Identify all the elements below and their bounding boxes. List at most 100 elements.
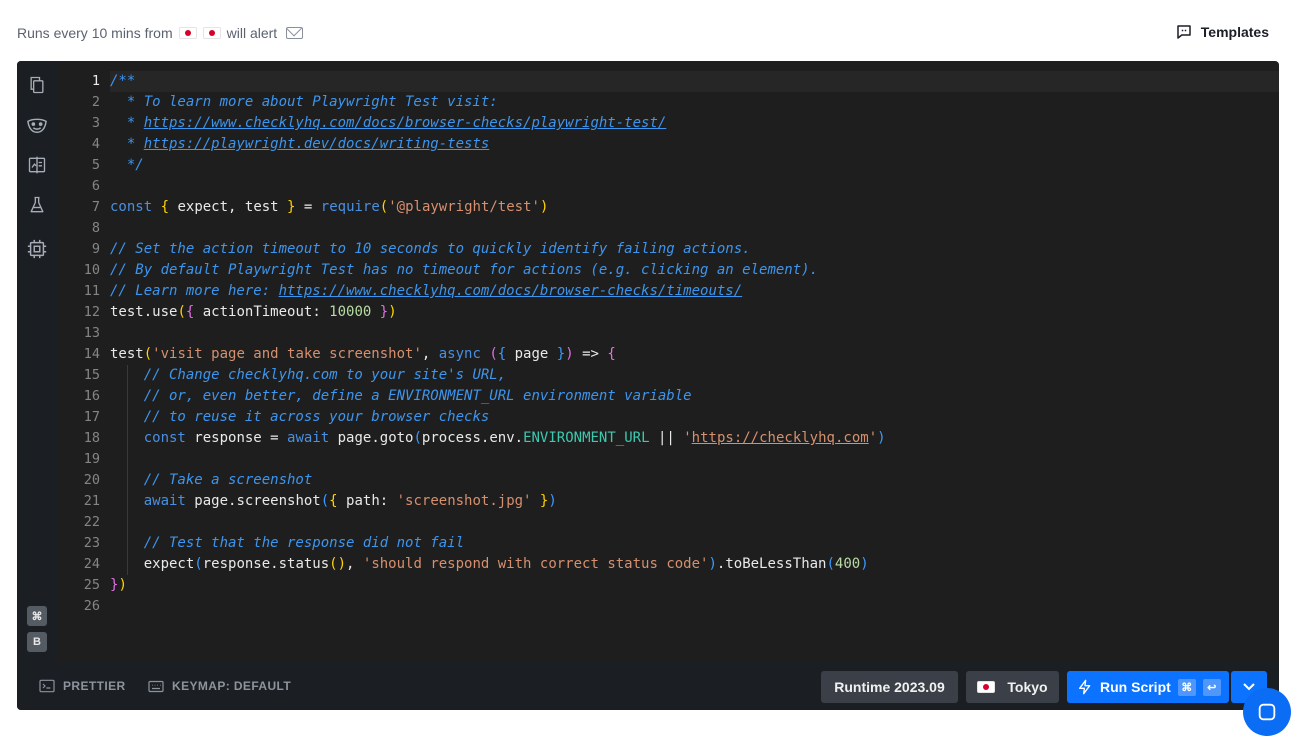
- code-token: ): [548, 493, 557, 509]
- code-token: actionTimeout:: [194, 304, 330, 320]
- code-token: *: [110, 115, 144, 131]
- mail-icon[interactable]: [286, 27, 304, 39]
- flask-icon[interactable]: [25, 193, 49, 217]
- code-token[interactable]: https://www.checklyhq.com/docs/browser-c…: [279, 283, 743, 299]
- code-token: const: [143, 430, 186, 446]
- line-number: 13: [83, 325, 100, 341]
- code-line[interactable]: }): [110, 575, 127, 596]
- code-token: page.screenshot: [185, 493, 321, 509]
- schedule-summary: Runs every 10 mins from will alert: [17, 25, 304, 41]
- line-number: 18: [83, 430, 100, 446]
- code-token: (: [320, 493, 330, 509]
- line-number: 1: [91, 73, 100, 89]
- code-token: // to reuse it across your browser check…: [143, 409, 490, 425]
- code-token: ,: [346, 556, 363, 572]
- location-label: Tokyo: [1007, 679, 1048, 695]
- code-token: .toBeLessThan: [716, 556, 827, 572]
- support-chat-button[interactable]: [1243, 688, 1291, 736]
- code-token: require: [320, 199, 380, 215]
- line-number: 12: [83, 304, 100, 320]
- line-number-gutter: 1 2 3 4 5 6 7 8 9 10 11 12 13 14 15 16 17 18 19 20 21 22 23 24 2…: [57, 61, 109, 662]
- code-token: {: [607, 346, 616, 362]
- line-number: 10: [83, 262, 100, 278]
- code-token[interactable]: https://checklyhq.com: [692, 430, 869, 446]
- code-token[interactable]: https://playwright.dev/docs/writing-test…: [144, 136, 490, 152]
- code-token: (: [194, 556, 203, 572]
- line-number: 9: [91, 241, 100, 257]
- keymap-button[interactable]: KEYMAP: DEFAULT: [148, 679, 291, 693]
- code-line[interactable]: // Test that the response did not fail: [110, 533, 464, 554]
- code-line[interactable]: const response = await page.goto(process…: [110, 428, 886, 449]
- code-token: */: [110, 157, 144, 173]
- code-token: (: [143, 346, 153, 362]
- templates-button[interactable]: Templates: [1175, 23, 1269, 41]
- line-number: 21: [83, 493, 100, 509]
- code-line[interactable]: // By default Playwright Test has no tim…: [110, 260, 818, 281]
- run-script-label: Run Script: [1100, 679, 1171, 695]
- prettier-label: PRETTIER: [63, 679, 126, 693]
- line-number: 26: [83, 598, 100, 614]
- code-area[interactable]: /** * To learn more about Playwright Tes…: [110, 71, 1279, 663]
- code-token: ): [877, 430, 886, 446]
- code-line[interactable]: // or, even better, define a ENVIRONMENT…: [110, 386, 692, 407]
- code-token: ): [388, 304, 397, 320]
- code-token: (: [379, 199, 389, 215]
- enter-key-hint: ↩: [1202, 678, 1221, 696]
- code-token: response =: [185, 430, 288, 446]
- code-editor[interactable]: ⌘ B 1 2 3 4 5 6 7 8 9 10 11 12 13 14 15 16 17 18 19 20 21 22 2…: [17, 61, 1279, 710]
- code-line[interactable]: test('visit page and take screenshot', a…: [110, 344, 616, 365]
- code-line[interactable]: * To learn more about Playwright Test vi…: [110, 92, 498, 113]
- code-token: * To learn more about Playwright Test vi…: [110, 94, 498, 110]
- code-line[interactable]: */: [110, 155, 144, 176]
- code-line[interactable]: await page.screenshot({ path: 'screensho…: [110, 491, 557, 512]
- files-icon[interactable]: [25, 73, 49, 97]
- code-line[interactable]: // Take a screenshot: [110, 470, 313, 491]
- code-line[interactable]: test.use({ actionTimeout: 10000 }): [110, 302, 397, 323]
- line-number: 2: [91, 94, 100, 110]
- code-token: {: [329, 493, 338, 509]
- line-number: 4: [91, 136, 100, 152]
- code-line[interactable]: /**: [110, 71, 135, 92]
- code-token: ': [683, 430, 692, 446]
- code-line[interactable]: expect(response.status(), 'should respon…: [110, 554, 869, 575]
- code-token: ): [118, 577, 127, 593]
- code-token: 400: [834, 556, 861, 572]
- prettier-button[interactable]: PRETTIER: [39, 679, 126, 693]
- japan-flag-icon: [202, 27, 221, 39]
- chip-icon[interactable]: [25, 237, 49, 261]
- compare-icon[interactable]: [25, 153, 49, 177]
- run-script-button[interactable]: Run Script ⌘ ↩: [1067, 671, 1229, 703]
- code-line[interactable]: const { expect, test } = require('@playw…: [110, 197, 548, 218]
- code-token: response.status: [202, 556, 330, 572]
- code-line[interactable]: // Set the action timeout to 10 seconds …: [110, 239, 751, 260]
- code-token: (): [329, 556, 347, 572]
- japan-flag-icon: [178, 27, 197, 39]
- code-token: // Take a screenshot: [143, 472, 313, 488]
- code-line[interactable]: // Learn more here: https://www.checklyh…: [110, 281, 742, 302]
- line-number: 17: [83, 409, 100, 425]
- line-number: 15: [83, 367, 100, 383]
- code-token: 'should respond with correct status code…: [362, 556, 709, 572]
- code-token: expect, test: [169, 199, 288, 215]
- line-number: 20: [83, 472, 100, 488]
- japan-flag-icon: [977, 681, 996, 693]
- runtime-selector[interactable]: Runtime 2023.09: [821, 671, 958, 703]
- location-selector[interactable]: Tokyo: [966, 671, 1059, 703]
- code-line[interactable]: // Change checklyhq.com to your site's U…: [110, 365, 506, 386]
- code-token[interactable]: https://www.checklyhq.com/docs/browser-c…: [144, 115, 667, 131]
- code-token: (: [489, 346, 498, 362]
- command-key-badge: ⌘: [27, 606, 47, 626]
- code-line[interactable]: * https://www.checklyhq.com/docs/browser…: [110, 113, 666, 134]
- playwright-icon[interactable]: [25, 113, 49, 137]
- code-line[interactable]: // to reuse it across your browser check…: [110, 407, 490, 428]
- code-token: ': [868, 430, 878, 446]
- line-number: 7: [91, 199, 100, 215]
- code-token: // Learn more here:: [110, 283, 279, 299]
- code-line[interactable]: * https://playwright.dev/docs/writing-te…: [110, 134, 489, 155]
- code-token: (: [826, 556, 835, 572]
